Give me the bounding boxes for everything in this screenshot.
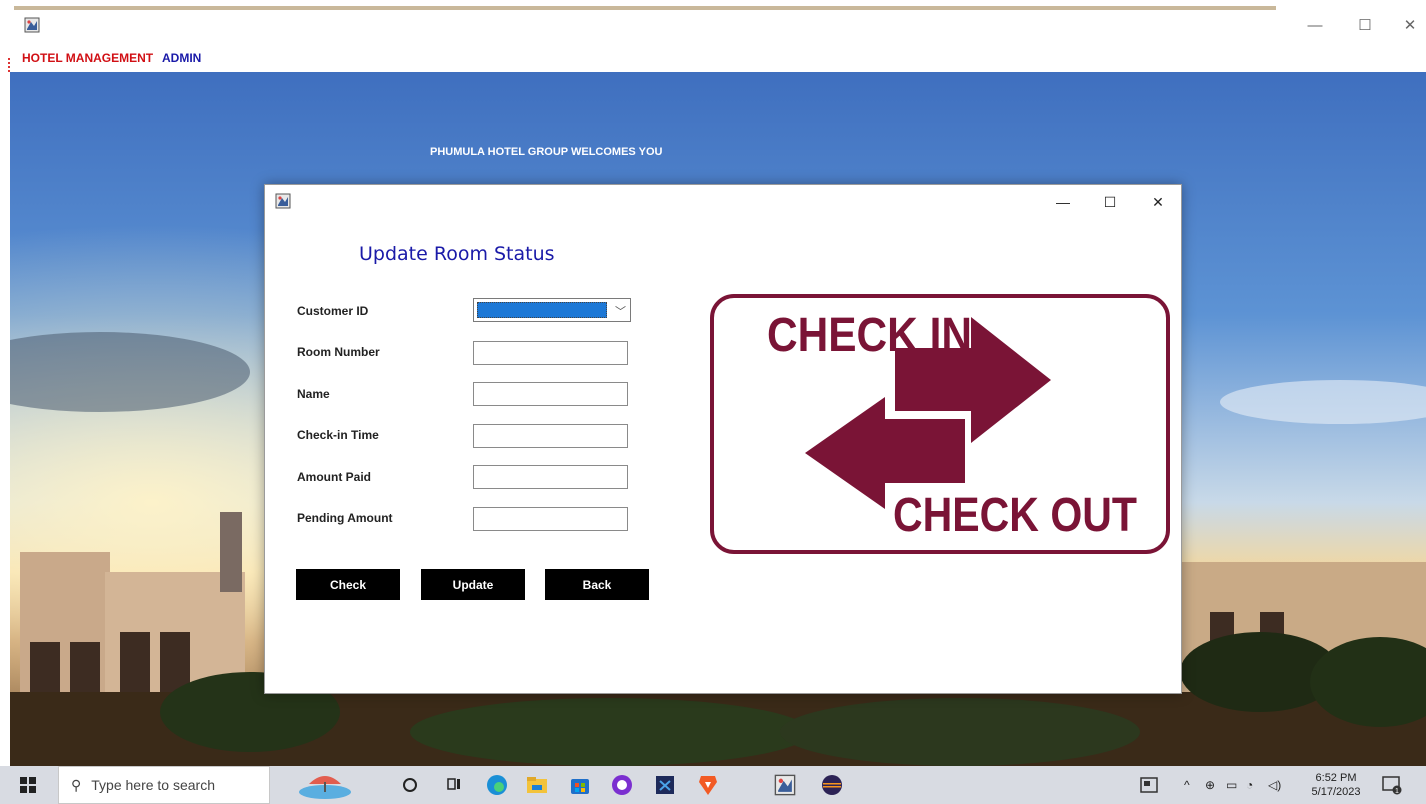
clock-date: 5/17/2023 [1311, 786, 1361, 798]
name-input[interactable] [473, 382, 628, 406]
check-in-time-label: Check-in Time [297, 428, 379, 442]
volume-icon[interactable]: ◁) [1268, 766, 1281, 804]
update-button[interactable]: Update [421, 569, 525, 600]
search-placeholder: Type here to search [91, 777, 216, 793]
chevron-down-icon[interactable]: ﹀ [615, 303, 626, 319]
pending-amount-label: Pending Amount [297, 511, 393, 525]
customer-id-label: Customer ID [297, 304, 369, 318]
customer-id-select[interactable]: ﹀ [473, 298, 631, 322]
notification-icon[interactable]: 1 [1382, 766, 1402, 804]
weather-icon[interactable] [290, 766, 360, 804]
store-icon[interactable] [563, 766, 597, 804]
pending-amount-input[interactable] [473, 507, 628, 531]
welcome-text: PHUMULA HOTEL GROUP WELCOMES YOU [430, 146, 663, 158]
eclipse-icon[interactable] [815, 766, 849, 804]
cortana-icon[interactable] [393, 766, 427, 804]
news-widget-icon[interactable] [1140, 766, 1158, 804]
menu-admin[interactable]: ADMIN [162, 51, 201, 65]
taskbar: ⚲ Type here to search ^ ⊕ ▭ ◔ ◁) 6:52 PM… [0, 766, 1426, 804]
windows-start-icon[interactable] [8, 766, 48, 804]
room-number-label: Room Number [297, 345, 380, 359]
check-in-time-input[interactable] [473, 424, 628, 448]
dialog-title: Update Room Status [359, 243, 555, 265]
maximize-button[interactable]: ☐ [1345, 12, 1385, 38]
amount-paid-input[interactable] [473, 465, 628, 489]
java-app-icon [275, 193, 291, 209]
menu-hotel-management[interactable]: HOTEL MANAGEMENT [22, 51, 153, 65]
screen: PHUMULA HOTEL GROUP WELCOMES YOU — ☐ ✕ H… [0, 0, 1426, 804]
dialog-minimize-button[interactable]: — [1048, 191, 1078, 213]
java-app-icon[interactable] [768, 766, 802, 804]
title-accent-line [14, 6, 1276, 10]
vscode-icon[interactable] [648, 766, 682, 804]
taskbar-clock[interactable]: 6:52 PM 5/17/2023 [1304, 771, 1368, 799]
menu-bar: HOTEL MANAGEMENT ADMIN [0, 44, 1426, 72]
notification-count: 1 [1395, 788, 1399, 795]
check-out-text: CHECK OUT [893, 489, 1137, 542]
battery-icon[interactable]: ▭ [1226, 766, 1237, 804]
amount-paid-label: Amount Paid [297, 470, 371, 484]
brave-icon[interactable] [691, 766, 725, 804]
clock-time: 6:52 PM [1315, 772, 1357, 784]
chevron-up-icon[interactable]: ^ [1184, 766, 1190, 804]
check-button[interactable]: Check [296, 569, 400, 600]
back-button[interactable]: Back [545, 569, 649, 600]
customer-id-selected-value [477, 302, 607, 318]
wifi-icon[interactable]: ◔ [1246, 766, 1253, 804]
dialog-maximize-button[interactable]: ☐ [1095, 191, 1125, 213]
github-icon[interactable] [605, 766, 639, 804]
task-view-icon[interactable] [437, 766, 471, 804]
java-app-icon [24, 17, 40, 33]
edge-icon[interactable] [480, 766, 514, 804]
check-in-check-out-image: CHECK IN CHECK OUT [710, 294, 1170, 554]
update-room-status-dialog: — ☐ ✕ Update Room Status Customer ID ﹀ R… [264, 184, 1182, 694]
main-title-bar: — ☐ ✕ [0, 0, 1426, 44]
search-icon: ⚲ [71, 776, 82, 793]
menu-edge-marker [8, 58, 10, 72]
room-number-input[interactable] [473, 341, 628, 365]
close-button[interactable]: ✕ [1390, 12, 1426, 38]
minimize-button[interactable]: — [1295, 12, 1335, 38]
dialog-close-button[interactable]: ✕ [1143, 191, 1173, 213]
taskbar-search-box[interactable]: ⚲ Type here to search [58, 766, 270, 804]
network-icon[interactable]: ⊕ [1205, 766, 1215, 804]
file-explorer-icon[interactable] [520, 766, 554, 804]
window-left-edge [0, 72, 10, 766]
name-label: Name [297, 387, 330, 401]
